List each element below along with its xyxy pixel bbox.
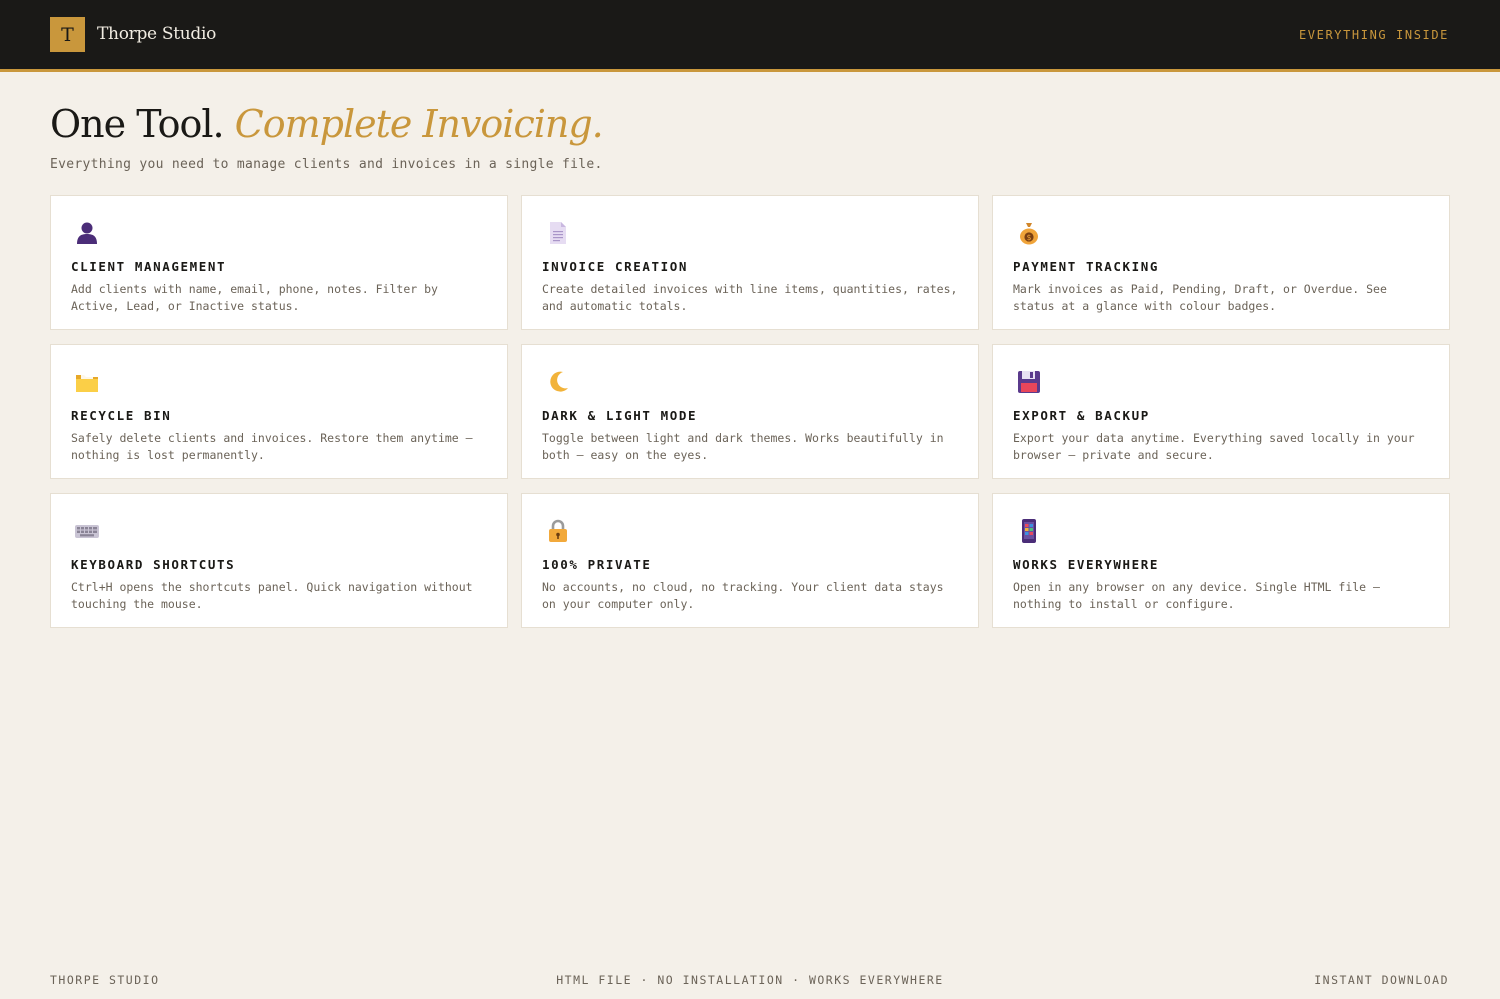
svg-text:$: $ — [1027, 233, 1032, 242]
feature-title: PAYMENT TRACKING — [1013, 259, 1160, 274]
hero-title: One Tool. Complete Invoicing. — [50, 102, 604, 146]
feature-title: KEYBOARD SHORTCUTS — [71, 557, 236, 572]
feature-card-keyboard-shortcuts: KEYBOARD SHORTCUTS Ctrl+H opens the shor… — [50, 493, 508, 628]
floppy-disk-icon — [1018, 371, 1040, 393]
feature-description: Toggle between light and dark themes. Wo… — [542, 431, 944, 462]
feature-description: Open in any browser on any device. Singl… — [1013, 580, 1380, 611]
mobile-device-icon — [1022, 519, 1036, 543]
folder-icon — [76, 373, 98, 392]
feature-title: WORKS EVERYWHERE — [1013, 557, 1160, 572]
footer-brand: THORPE STUDIO — [50, 973, 160, 987]
feature-description: Ctrl+H opens the shortcuts panel. Quick … — [71, 580, 473, 611]
feature-card-works-everywhere: WORKS EVERYWHERE Open in any browser on … — [992, 493, 1450, 628]
brand-logo[interactable]: T — [50, 17, 85, 52]
feature-description: Export your data anytime. Everything sav… — [1013, 431, 1415, 462]
feature-description: Create detailed invoices with line items… — [542, 282, 958, 313]
feature-description: Mark invoices as Paid, Pending, Draft, o… — [1013, 282, 1387, 313]
hero-title-accent: Complete Invoicing. — [234, 102, 604, 146]
feature-title: EXPORT & BACKUP — [1013, 408, 1150, 423]
footer-tagline: HTML FILE · NO INSTALLATION · WORKS EVER… — [556, 973, 944, 987]
money-bag-icon: $ — [1020, 223, 1038, 245]
crescent-moon-icon — [550, 371, 568, 392]
feature-card-client-management: CLIENT MANAGEMENT Add clients with name,… — [50, 195, 508, 330]
feature-description: Add clients with name, email, phone, not… — [71, 282, 438, 313]
hero-subtitle: Everything you need to manage clients an… — [50, 157, 603, 172]
brand-name[interactable]: Thorpe Studio — [97, 24, 216, 44]
feature-card-private: 100% PRIVATE No accounts, no cloud, no t… — [521, 493, 979, 628]
feature-card-dark-light-mode: DARK & LIGHT MODE Toggle between light a… — [521, 344, 979, 479]
feature-description: Safely delete clients and invoices. Rest… — [71, 431, 473, 462]
hero-title-plain: One Tool. — [50, 102, 225, 146]
feature-card-payment-tracking: $ PAYMENT TRACKING Mark invoices as Paid… — [992, 195, 1450, 330]
person-silhouette-icon — [77, 222, 97, 244]
feature-title: INVOICE CREATION — [542, 259, 689, 274]
feature-title: CLIENT MANAGEMENT — [71, 259, 227, 274]
instant-download-link[interactable]: INSTANT DOWNLOAD — [1314, 973, 1449, 987]
everything-inside-link[interactable]: EVERYTHING INSIDE — [1299, 28, 1449, 42]
feature-card-recycle-bin: RECYCLE BIN Safely delete clients and in… — [50, 344, 508, 479]
top-bar: T Thorpe Studio EVERYTHING INSIDE — [0, 0, 1500, 72]
keyboard-icon — [75, 525, 99, 538]
feature-card-invoice-creation: INVOICE CREATION Create detailed invoice… — [521, 195, 979, 330]
feature-title: DARK & LIGHT MODE — [542, 408, 698, 423]
feature-description: No accounts, no cloud, no tracking. Your… — [542, 580, 944, 611]
feature-card-export-backup: EXPORT & BACKUP Export your data anytime… — [992, 344, 1450, 479]
feature-title: 100% PRIVATE — [542, 557, 652, 572]
lock-icon — [549, 519, 567, 542]
features-grid: CLIENT MANAGEMENT Add clients with name,… — [50, 195, 1450, 628]
feature-title: RECYCLE BIN — [71, 408, 172, 423]
document-icon — [550, 222, 566, 244]
